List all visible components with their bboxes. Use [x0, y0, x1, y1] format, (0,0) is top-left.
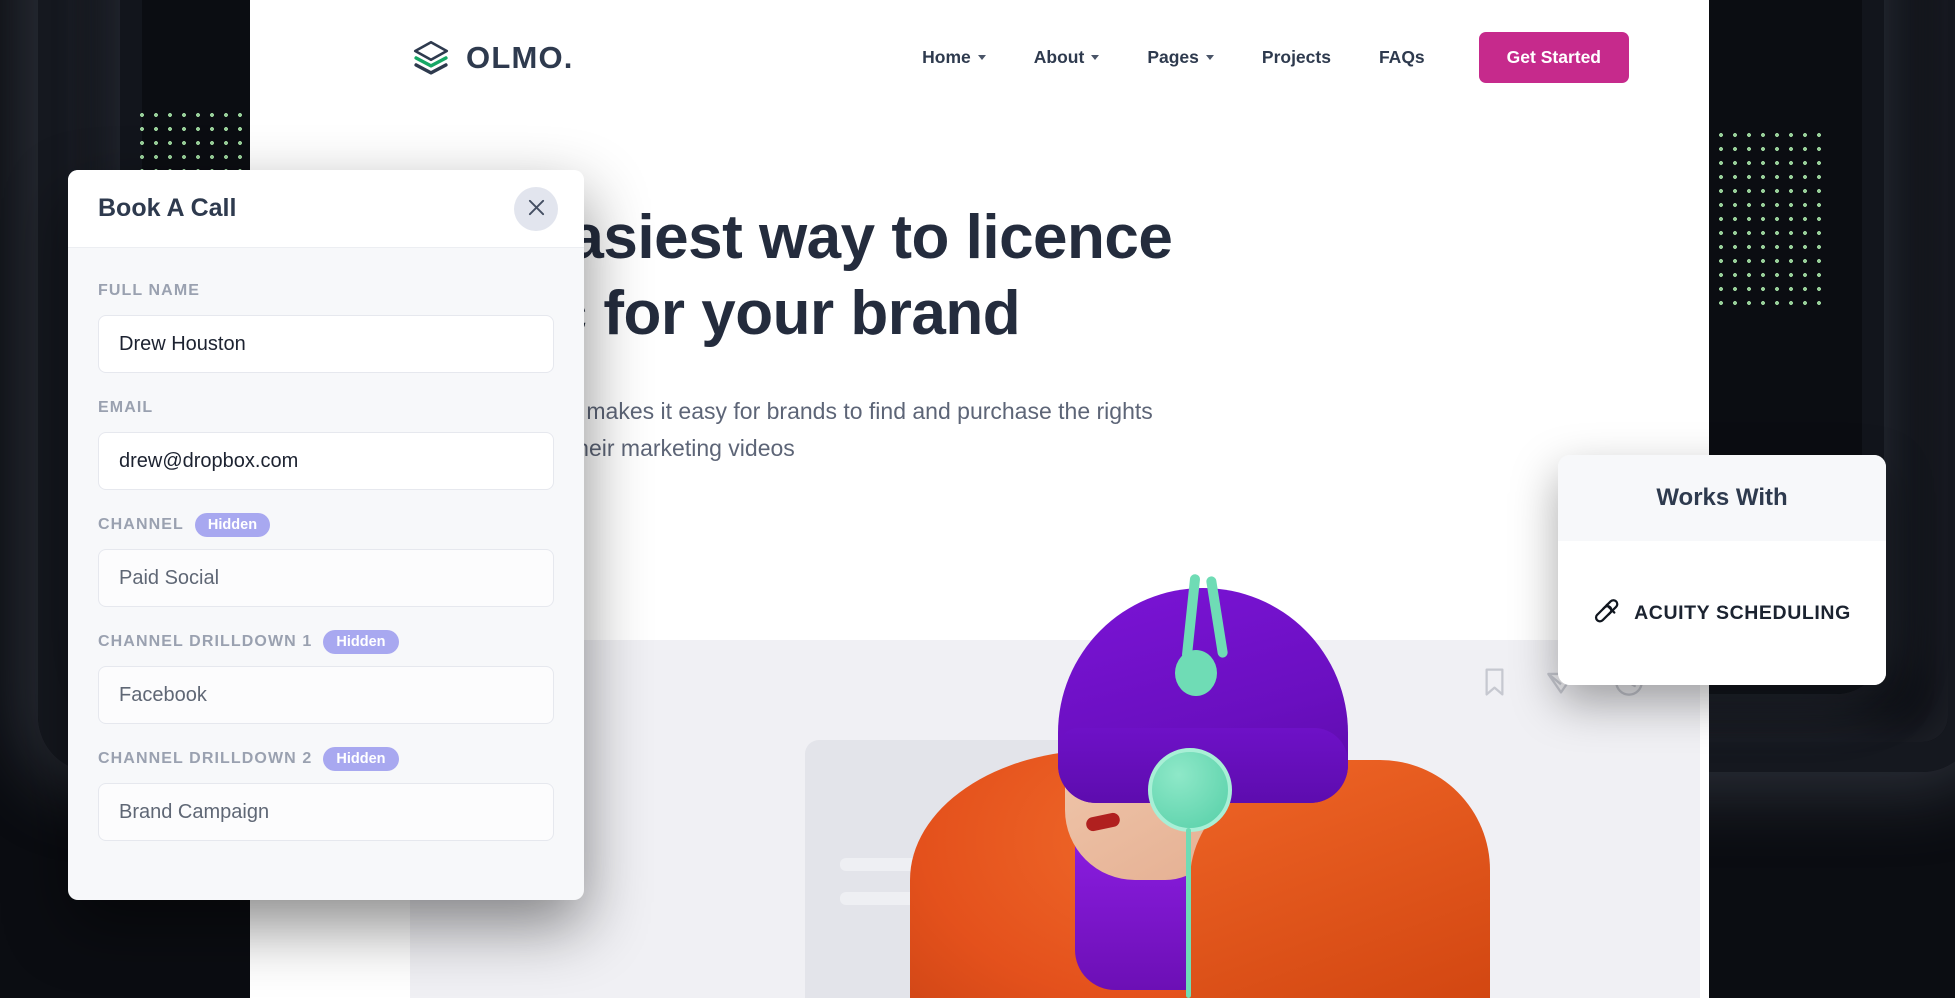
email-input[interactable] — [98, 432, 554, 490]
photo-headphone-top — [1175, 650, 1217, 696]
channel-drilldown-1-input[interactable] — [98, 666, 554, 724]
nav-label: About — [1033, 47, 1085, 67]
full-name-input[interactable] — [98, 315, 554, 373]
nav-item-home[interactable]: Home — [898, 47, 1010, 68]
field-label: CHANNEL DRILLDOWN 1 — [98, 633, 313, 650]
field-label: CHANNEL DRILLDOWN 2 — [98, 750, 313, 767]
acuity-scheduling-icon — [1593, 596, 1623, 631]
field-label-row: CHANNEL Hidden — [98, 512, 554, 538]
field-full-name: FULL NAME — [98, 278, 554, 373]
get-started-button[interactable]: Get Started — [1478, 32, 1629, 83]
status-badge-hidden: Hidden — [323, 629, 399, 655]
brand-logo[interactable]: OLMO. — [410, 37, 574, 79]
modal-header: Book A Call — [68, 170, 584, 248]
chevron-down-icon — [1205, 55, 1214, 60]
channel-input[interactable] — [98, 549, 554, 607]
chevron-down-icon — [1091, 55, 1100, 60]
works-with-title: Works With — [1558, 455, 1886, 541]
close-icon — [527, 198, 546, 220]
photo-headphone-earcup — [1148, 748, 1232, 832]
nav-label: Pages — [1147, 47, 1199, 67]
channel-drilldown-2-input[interactable] — [98, 783, 554, 841]
field-email: EMAIL — [98, 395, 554, 490]
dot-pattern-right — [1700, 128, 1830, 310]
nav-item-about[interactable]: About — [1010, 47, 1124, 68]
field-label-row: CHANNEL DRILLDOWN 1 Hidden — [98, 629, 554, 655]
works-with-card: Works With ACUITY SCHEDULING — [1558, 455, 1886, 685]
field-label: EMAIL — [98, 399, 154, 416]
nav-label: Projects — [1261, 47, 1331, 67]
book-a-call-modal: Book A Call FULL NAME EMAIL CHANNEL Hidd… — [68, 170, 584, 900]
nav-item-faqs[interactable]: FAQs — [1355, 47, 1449, 68]
field-label-row: FULL NAME — [98, 278, 554, 304]
field-channel-drilldown-2: CHANNEL DRILLDOWN 2 Hidden — [98, 746, 554, 841]
photo-headphone-cord — [1186, 828, 1191, 998]
close-button[interactable] — [514, 186, 558, 231]
nav-label: Home — [922, 47, 971, 67]
status-badge-hidden: Hidden — [323, 746, 399, 772]
modal-title: Book A Call — [98, 194, 237, 222]
layers-stack-icon — [410, 37, 452, 79]
brand-name: OLMO. — [466, 39, 574, 75]
navbar: OLMO. Home About Pages Projects FAQs Get… — [250, 0, 1709, 115]
field-channel-drilldown-1: CHANNEL DRILLDOWN 1 Hidden — [98, 629, 554, 724]
integration-name: ACUITY SCHEDULING — [1634, 601, 1851, 624]
field-label-row: EMAIL — [98, 395, 554, 421]
nav-item-pages[interactable]: Pages — [1123, 47, 1238, 68]
field-label: CHANNEL — [98, 516, 184, 533]
modal-body: FULL NAME EMAIL CHANNEL Hidden CHANNEL D… — [68, 248, 584, 841]
hero-photo — [890, 560, 1490, 998]
works-with-integration[interactable]: ACUITY SCHEDULING — [1558, 541, 1886, 685]
field-label: FULL NAME — [98, 282, 201, 299]
nav-label: FAQs — [1378, 47, 1425, 67]
field-label-row: CHANNEL DRILLDOWN 2 Hidden — [98, 746, 554, 772]
nav-item-projects[interactable]: Projects — [1238, 47, 1355, 68]
nav-links: Home About Pages Projects FAQs Get Start… — [898, 32, 1629, 83]
status-badge-hidden: Hidden — [194, 512, 271, 538]
chevron-down-icon — [977, 55, 986, 60]
field-channel: CHANNEL Hidden — [98, 512, 554, 607]
